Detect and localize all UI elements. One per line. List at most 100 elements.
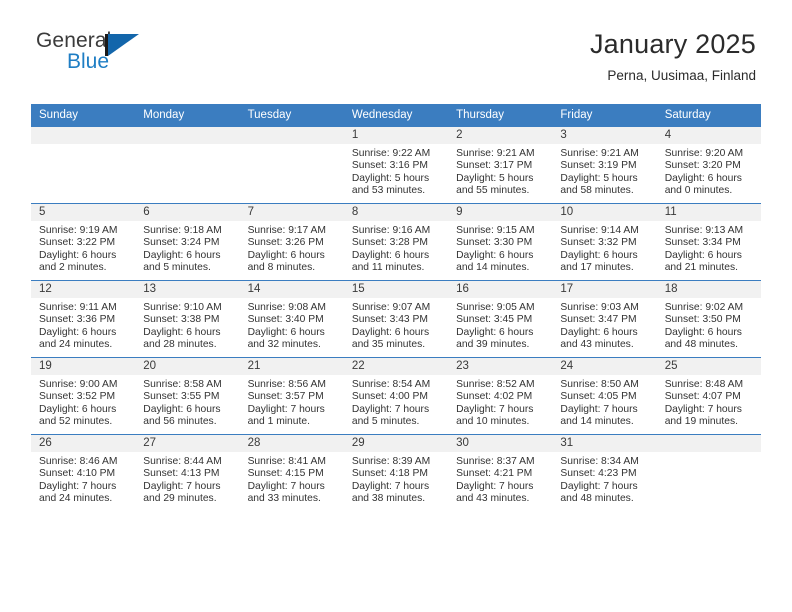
calendar-day-cell[interactable]: 1 Sunrise: 9:22 AM Sunset: 3:16 PM Daylight… <box>343 127 449 204</box>
calendar-day-cell[interactable]: 31 Sunrise: 8:34 AM Sunset: 4:23 PM Dayligh… <box>552 435 657 512</box>
calendar-day-cell[interactable]: 12 Sunrise: 9:11 AM Sunset: 3:36 PM Dayligh… <box>31 280 136 358</box>
calendar-day-cell[interactable]: 9 Sunrise: 9:15 AM Sunset: 3:30 PM Daylight… <box>448 203 553 281</box>
sunset-text: Sunset: 3:20 PM <box>664 160 741 172</box>
day-number: 16 <box>448 281 553 298</box>
daylight-text-line2: and 17 minutes. <box>560 262 634 274</box>
calendar-day-cell[interactable]: 15 Sunrise: 9:07 AM Sunset: 3:43 PM Dayligh… <box>343 280 449 358</box>
calendar-day-cell[interactable]: 18 Sunrise: 9:02 AM Sunset: 3:50 PM Dayligh… <box>656 280 761 358</box>
daylight-text-line2: and 43 minutes. <box>560 339 634 351</box>
daylight-text-line2: and 48 minutes. <box>664 339 738 351</box>
daylight-text-line2: and 5 minutes. <box>143 262 211 274</box>
calendar-day-cell-empty <box>656 435 761 512</box>
day-cell-content <box>135 127 240 203</box>
calendar-day-cell[interactable]: 13 Sunrise: 9:10 AM Sunset: 3:38 PM Dayligh… <box>135 280 240 358</box>
flag-triangle-icon <box>108 34 139 56</box>
day-number <box>135 127 240 144</box>
calendar-day-cell[interactable]: 22 Sunrise: 8:54 AM Sunset: 4:00 PM Dayligh… <box>343 357 449 435</box>
calendar-day-cell[interactable]: 17 Sunrise: 9:03 AM Sunset: 3:47 PM Dayligh… <box>552 280 657 358</box>
calendar-day-cell[interactable]: 7 Sunrise: 9:17 AM Sunset: 3:26 PM Daylight… <box>239 203 344 281</box>
sunset-text: Sunset: 3:43 PM <box>351 314 428 326</box>
day-cell-content: 11 Sunrise: 9:13 AM Sunset: 3:34 PM Dayligh… <box>656 204 761 280</box>
day-cell-content: 1 Sunrise: 9:22 AM Sunset: 3:16 PM Daylight… <box>343 127 449 203</box>
daylight-text-line2: and 38 minutes. <box>351 493 426 505</box>
day-cell-content <box>239 127 344 203</box>
calendar-day-cell[interactable]: 2 Sunrise: 9:21 AM Sunset: 3:17 PM Daylight… <box>448 127 553 204</box>
day-details: Sunrise: 9:14 AM Sunset: 3:32 PM Daylight:… <box>552 221 656 275</box>
sunrise-text: Sunrise: 9:05 AM <box>456 302 535 313</box>
sunrise-text: Sunrise: 8:44 AM <box>143 456 222 467</box>
daylight-text-line2: and 56 minutes. <box>143 416 217 428</box>
calendar-day-cell[interactable]: 23 Sunrise: 8:52 AM Sunset: 4:02 PM Dayligh… <box>448 357 553 435</box>
daylight-text-line1: Daylight: 7 hours <box>351 403 430 415</box>
daylight-text-line1: Daylight: 7 hours <box>456 480 534 492</box>
calendar-day-cell[interactable]: 16 Sunrise: 9:05 AM Sunset: 3:45 PM Dayligh… <box>448 280 553 358</box>
day-cell-content: 27 Sunrise: 8:44 AM Sunset: 4:13 PM Dayligh… <box>135 435 240 511</box>
day-details: Sunrise: 9:22 AM Sunset: 3:16 PM Daylight:… <box>344 144 448 198</box>
calendar-day-cell[interactable]: 4 Sunrise: 9:20 AM Sunset: 3:20 PM Daylight… <box>656 127 761 204</box>
day-number: 22 <box>343 358 449 375</box>
calendar-day-cell[interactable]: 11 Sunrise: 9:13 AM Sunset: 3:34 PM Dayligh… <box>656 203 761 281</box>
day-number: 19 <box>31 358 136 375</box>
daylight-text-line1: Daylight: 6 hours <box>351 249 430 261</box>
calendar-day-cell[interactable]: 20 Sunrise: 8:58 AM Sunset: 3:55 PM Dayligh… <box>135 357 240 435</box>
day-cell-content: 30 Sunrise: 8:37 AM Sunset: 4:21 PM Dayligh… <box>448 435 553 511</box>
daylight-text-line1: Daylight: 7 hours <box>456 403 534 415</box>
calendar-day-cell[interactable]: 3 Sunrise: 9:21 AM Sunset: 3:19 PM Daylight… <box>552 127 657 204</box>
day-details: Sunrise: 8:44 AM Sunset: 4:13 PM Daylight:… <box>135 452 239 506</box>
daylight-text-line1: Daylight: 7 hours <box>143 480 221 492</box>
calendar-day-cell[interactable]: 10 Sunrise: 9:14 AM Sunset: 3:32 PM Dayligh… <box>552 203 657 281</box>
calendar-day-cell[interactable]: 21 Sunrise: 8:56 AM Sunset: 3:57 PM Dayligh… <box>239 357 344 435</box>
calendar-day-cell[interactable]: 29 Sunrise: 8:39 AM Sunset: 4:18 PM Dayligh… <box>343 435 449 512</box>
sunset-text: Sunset: 3:55 PM <box>143 391 220 403</box>
calendar-week-row: 26 Sunrise: 8:46 AM Sunset: 4:10 PM Dayligh… <box>31 435 761 512</box>
brand-logo[interactable]: General Blue <box>36 26 216 73</box>
day-cell-content: 15 Sunrise: 9:07 AM Sunset: 3:43 PM Dayligh… <box>343 281 449 357</box>
calendar-day-cell[interactable]: 25 Sunrise: 8:48 AM Sunset: 4:07 PM Dayligh… <box>656 357 761 435</box>
sunset-text: Sunset: 3:57 PM <box>247 391 324 403</box>
calendar-day-cell[interactable]: 8 Sunrise: 9:16 AM Sunset: 3:28 PM Daylight… <box>343 203 449 281</box>
calendar-day-cell[interactable]: 5 Sunrise: 9:19 AM Sunset: 3:22 PM Daylight… <box>31 203 136 281</box>
daylight-text-line1: Daylight: 6 hours <box>664 249 742 261</box>
sunrise-text: Sunrise: 9:13 AM <box>664 225 744 236</box>
day-details: Sunrise: 9:02 AM Sunset: 3:50 PM Daylight:… <box>657 298 761 352</box>
day-number <box>31 127 136 144</box>
calendar-day-cell[interactable]: 30 Sunrise: 8:37 AM Sunset: 4:21 PM Dayligh… <box>448 435 553 512</box>
calendar-day-cell[interactable]: 26 Sunrise: 8:46 AM Sunset: 4:10 PM Dayligh… <box>31 435 136 512</box>
calendar-day-cell[interactable]: 14 Sunrise: 9:08 AM Sunset: 3:40 PM Dayligh… <box>239 280 344 358</box>
calendar-day-cell[interactable]: 6 Sunrise: 9:18 AM Sunset: 3:24 PM Daylight… <box>135 203 240 281</box>
daylight-text-line2: and 11 minutes. <box>351 262 425 274</box>
day-cell-content: 9 Sunrise: 9:15 AM Sunset: 3:30 PM Daylight… <box>448 204 553 280</box>
weekday-header-saturday: Saturday <box>656 104 761 127</box>
day-number: 11 <box>656 204 761 221</box>
day-details: Sunrise: 9:17 AM Sunset: 3:26 PM Daylight:… <box>240 221 344 275</box>
sunrise-text: Sunrise: 8:39 AM <box>351 456 431 467</box>
daylight-text-line1: Daylight: 6 hours <box>456 249 534 261</box>
daylight-text-line2: and 29 minutes. <box>143 493 217 505</box>
sunset-text: Sunset: 4:21 PM <box>456 468 533 480</box>
sunset-text: Sunset: 3:50 PM <box>664 314 741 326</box>
calendar-day-cell[interactable]: 28 Sunrise: 8:41 AM Sunset: 4:15 PM Dayligh… <box>239 435 344 512</box>
daylight-text-line2: and 5 minutes. <box>351 416 420 428</box>
calendar-day-cell[interactable]: 19 Sunrise: 9:00 AM Sunset: 3:52 PM Dayligh… <box>31 357 136 435</box>
day-details: Sunrise: 9:21 AM Sunset: 3:17 PM Daylight:… <box>448 144 552 198</box>
daylight-text-line1: Daylight: 6 hours <box>39 403 117 415</box>
triangle-flag-icon <box>105 34 139 56</box>
sunset-text: Sunset: 3:40 PM <box>247 314 324 326</box>
day-cell-content: 21 Sunrise: 8:56 AM Sunset: 3:57 PM Dayligh… <box>239 358 344 434</box>
daylight-text-line1: Daylight: 7 hours <box>664 403 742 415</box>
day-details: Sunrise: 9:13 AM Sunset: 3:34 PM Daylight:… <box>657 221 761 275</box>
sunrise-text: Sunrise: 8:54 AM <box>351 379 431 390</box>
day-details: Sunrise: 9:15 AM Sunset: 3:30 PM Daylight:… <box>448 221 552 275</box>
calendar-day-cell[interactable]: 24 Sunrise: 8:50 AM Sunset: 4:05 PM Dayligh… <box>552 357 657 435</box>
day-cell-content: 25 Sunrise: 8:48 AM Sunset: 4:07 PM Dayligh… <box>656 358 761 434</box>
daylight-text-line1: Daylight: 7 hours <box>560 403 638 415</box>
sunset-text: Sunset: 4:18 PM <box>351 468 428 480</box>
daylight-text-line2: and 48 minutes. <box>560 493 634 505</box>
calendar-day-cell[interactable]: 27 Sunrise: 8:44 AM Sunset: 4:13 PM Dayligh… <box>135 435 240 512</box>
sunset-text: Sunset: 3:17 PM <box>456 160 533 172</box>
weekday-header-tuesday: Tuesday <box>239 104 344 127</box>
sunrise-text: Sunrise: 8:37 AM <box>456 456 535 467</box>
daylight-text-line2: and 28 minutes. <box>143 339 217 351</box>
sunrise-text: Sunrise: 8:58 AM <box>143 379 222 390</box>
sunrise-text: Sunrise: 8:34 AM <box>560 456 639 467</box>
